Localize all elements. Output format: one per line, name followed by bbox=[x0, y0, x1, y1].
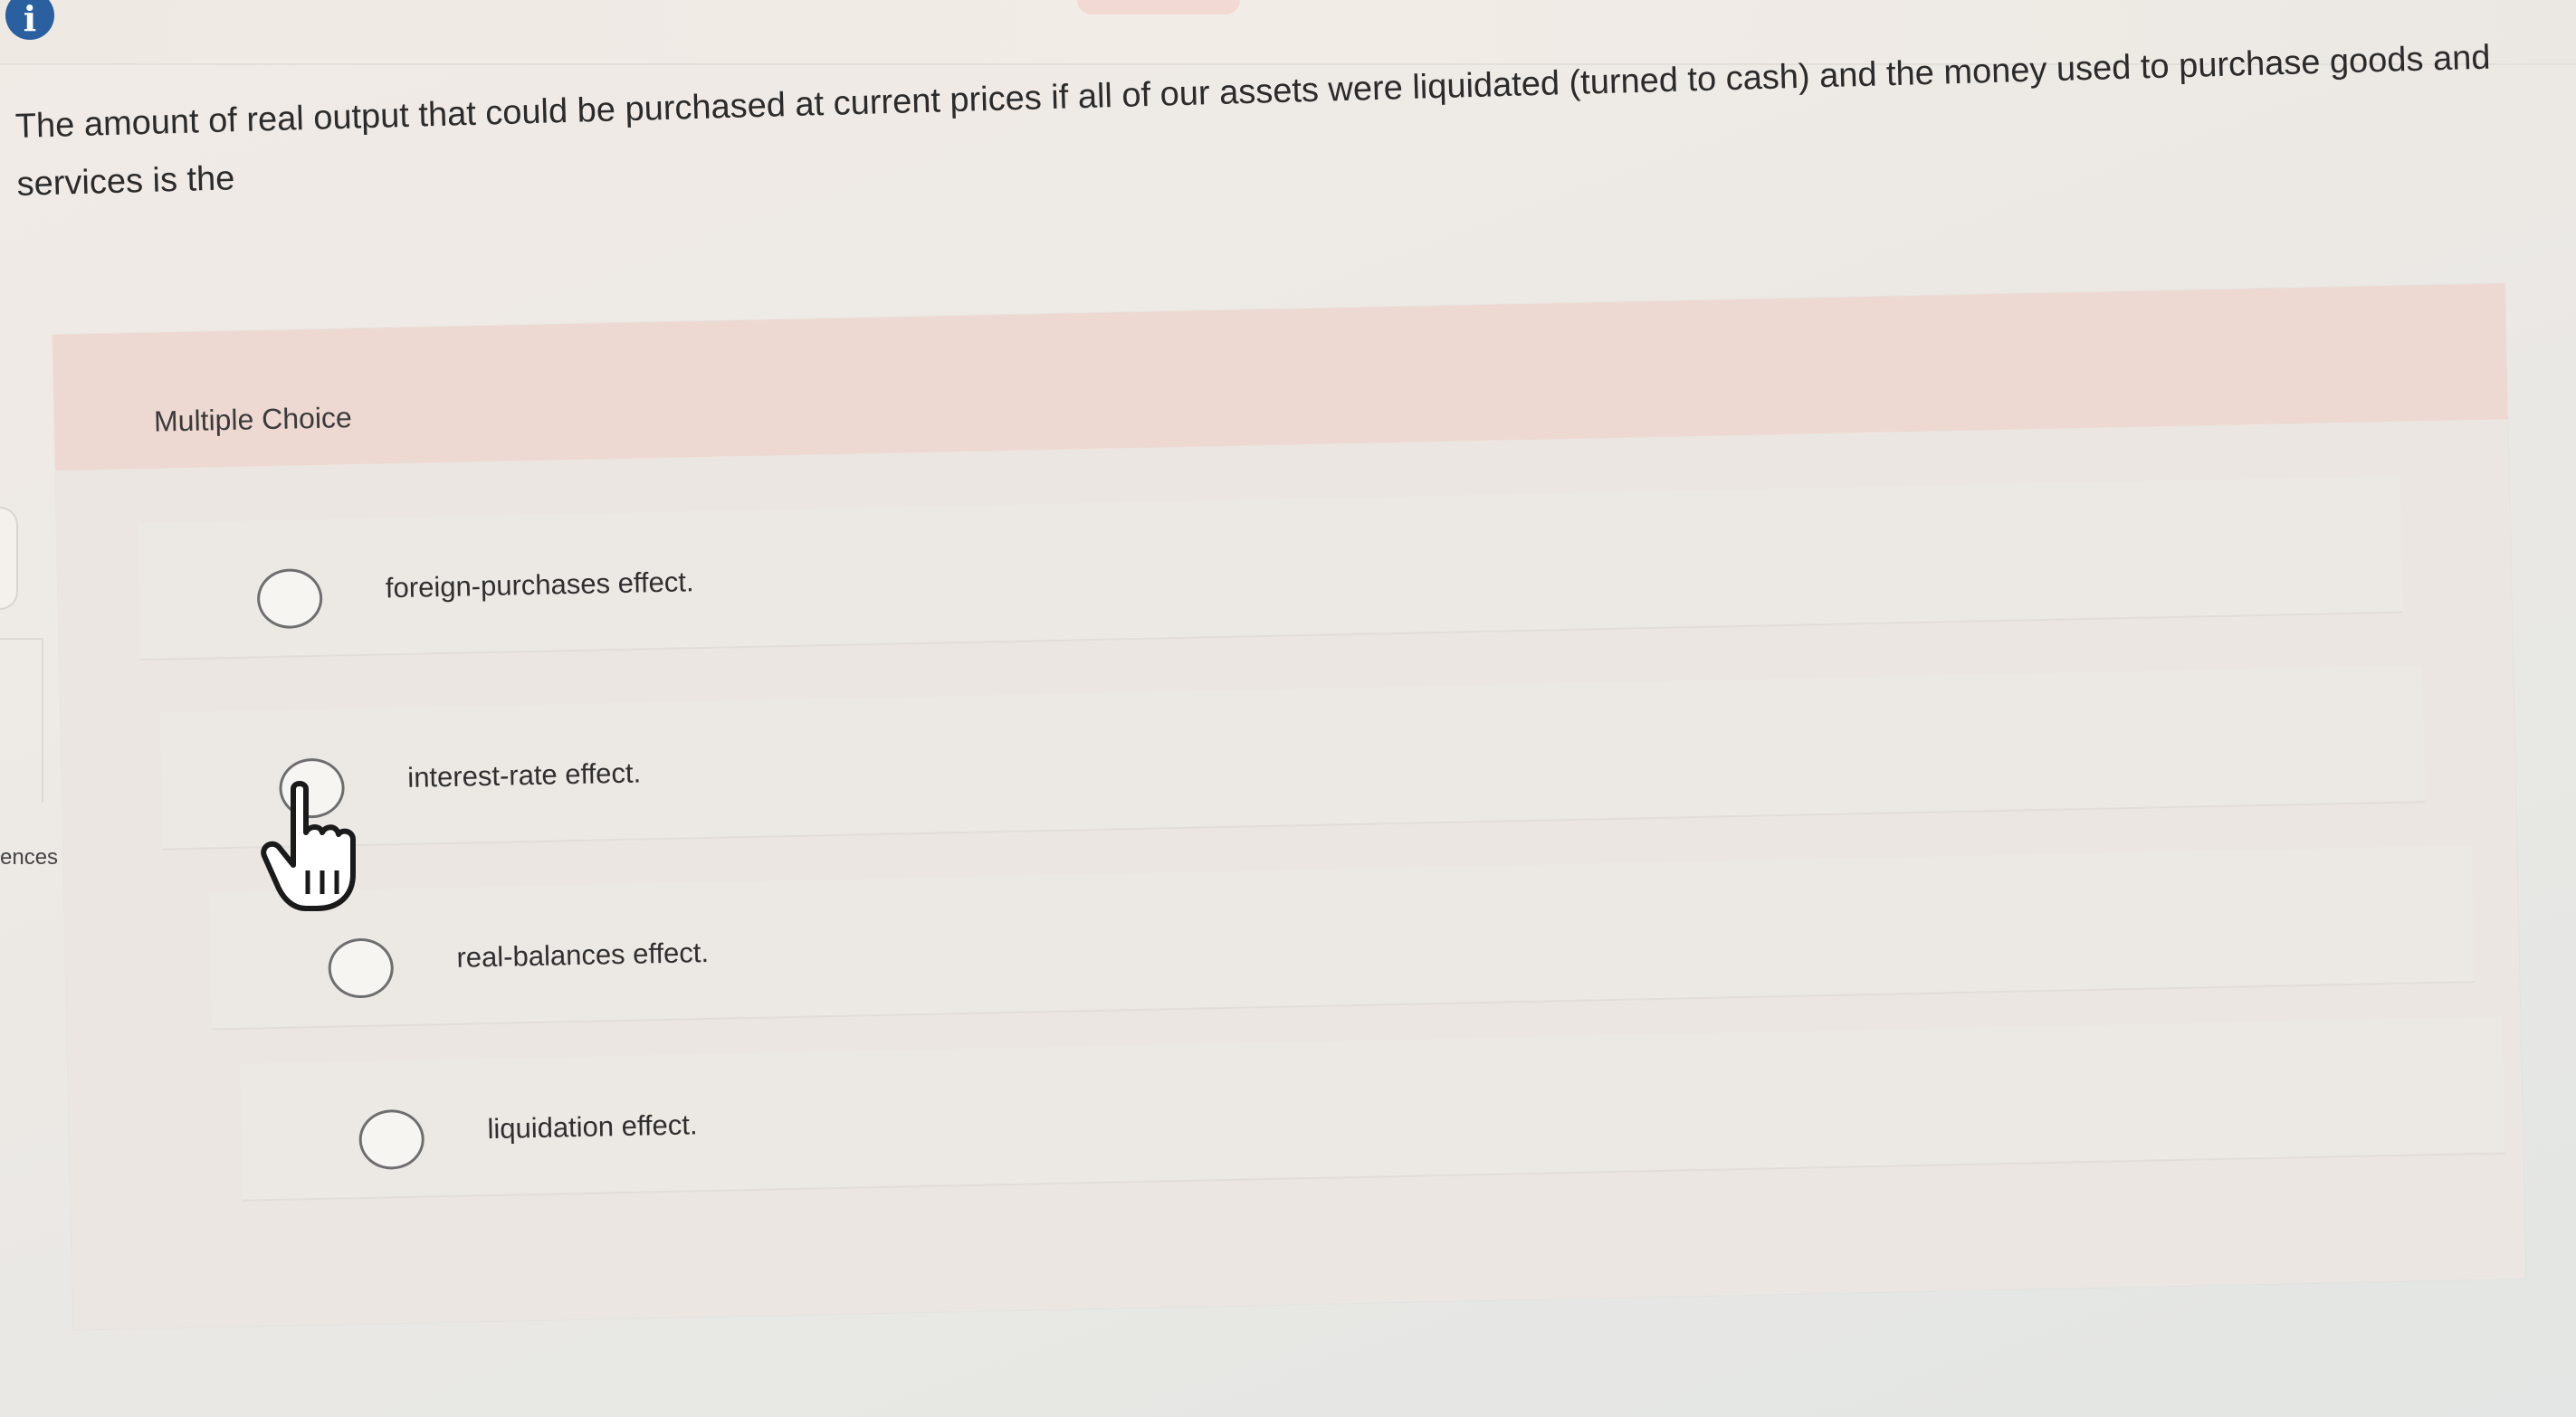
choice-option-3[interactable]: real-balances effect. bbox=[208, 845, 2475, 1031]
multiple-choice-header: Multiple Choice bbox=[52, 283, 2508, 471]
choice-option-1[interactable]: foreign-purchases effect. bbox=[138, 475, 2404, 661]
radio-button[interactable] bbox=[256, 567, 323, 630]
multiple-choice-card: Multiple Choice foreign-purchases effect… bbox=[52, 283, 2526, 1330]
radio-button[interactable] bbox=[358, 1108, 425, 1171]
radio-button[interactable] bbox=[328, 937, 395, 999]
multiple-choice-label: Multiple Choice bbox=[153, 401, 353, 438]
sidebar-item-label[interactable]: ences bbox=[0, 845, 58, 870]
sidebar-toggle[interactable] bbox=[0, 507, 18, 610]
choice-option-2[interactable]: interest-rate effect. bbox=[159, 665, 2426, 851]
choice-label[interactable]: interest-rate effect. bbox=[407, 756, 642, 794]
choice-label[interactable]: foreign-purchases effect. bbox=[386, 566, 694, 604]
hand-pointer-icon bbox=[261, 781, 356, 911]
top-highlight bbox=[1077, 0, 1240, 14]
choice-label[interactable]: liquidation effect. bbox=[487, 1108, 698, 1146]
choice-label[interactable]: real-balances effect. bbox=[456, 937, 709, 975]
sidebar-panel-edge bbox=[0, 638, 43, 803]
choice-option-4[interactable]: liquidation effect. bbox=[239, 1016, 2505, 1202]
